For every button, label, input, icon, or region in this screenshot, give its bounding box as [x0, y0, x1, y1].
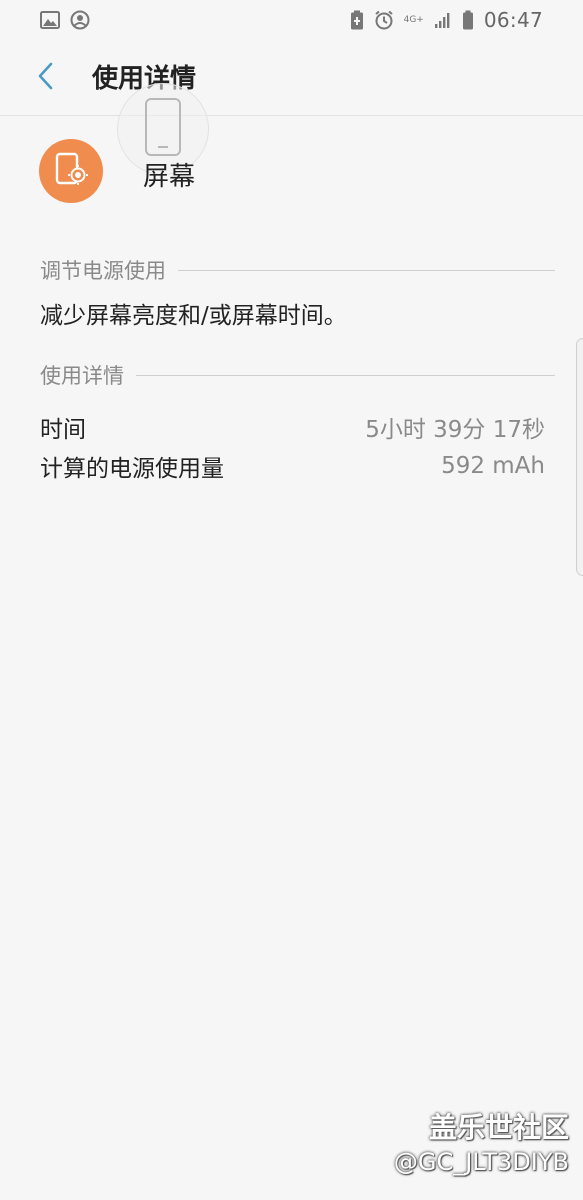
image-icon: [40, 11, 60, 29]
usage-time-label: 时间: [40, 417, 86, 443]
status-time: 06:47: [483, 8, 543, 32]
chevron-left-icon: [37, 62, 55, 94]
adjust-power-section-title: 调节电源使用: [40, 259, 166, 283]
usage-time-row: 时间 5小时 39分 17秒: [40, 410, 545, 444]
app-header: 使用详情: [0, 40, 583, 116]
usage-time-value: 5小时 39分 17秒: [365, 417, 545, 443]
usage-details-section-header: 使用详情: [40, 360, 555, 390]
edge-panel-handle[interactable]: [576, 338, 583, 576]
section-divider: [136, 374, 555, 376]
alarm-icon: [374, 10, 394, 30]
app-icon: [39, 139, 103, 203]
battery-icon: [462, 10, 474, 30]
network-type: 4G+: [403, 14, 424, 25]
signal-icon: [434, 11, 452, 29]
app-name: 屏幕: [143, 162, 196, 192]
back-button[interactable]: [30, 60, 62, 96]
status-left: [40, 10, 90, 30]
status-bar: 4G+ 06:47: [0, 0, 583, 40]
watermark-main: 盖乐世社区: [428, 1111, 569, 1144]
watermark-sub: @GC_JLT3DIYB: [393, 1148, 569, 1176]
power-usage-row: 计算的电源使用量 592 mAh: [40, 449, 545, 483]
status-right: 4G+ 06:47: [350, 8, 543, 32]
power-usage-label: 计算的电源使用量: [40, 456, 224, 482]
screen-brightness-icon: [54, 151, 88, 191]
section-divider: [178, 269, 555, 271]
phone-icon: [144, 97, 182, 161]
power-tip-text[interactable]: 减少屏幕亮度和/或屏幕时间。: [40, 296, 347, 330]
usage-details-section-title: 使用详情: [40, 364, 124, 388]
power-usage-value: 592 mAh: [441, 453, 545, 479]
adjust-power-section-header: 调节电源使用: [40, 255, 555, 285]
account-circle-icon: [70, 10, 90, 30]
battery-saver-icon: [350, 10, 364, 30]
